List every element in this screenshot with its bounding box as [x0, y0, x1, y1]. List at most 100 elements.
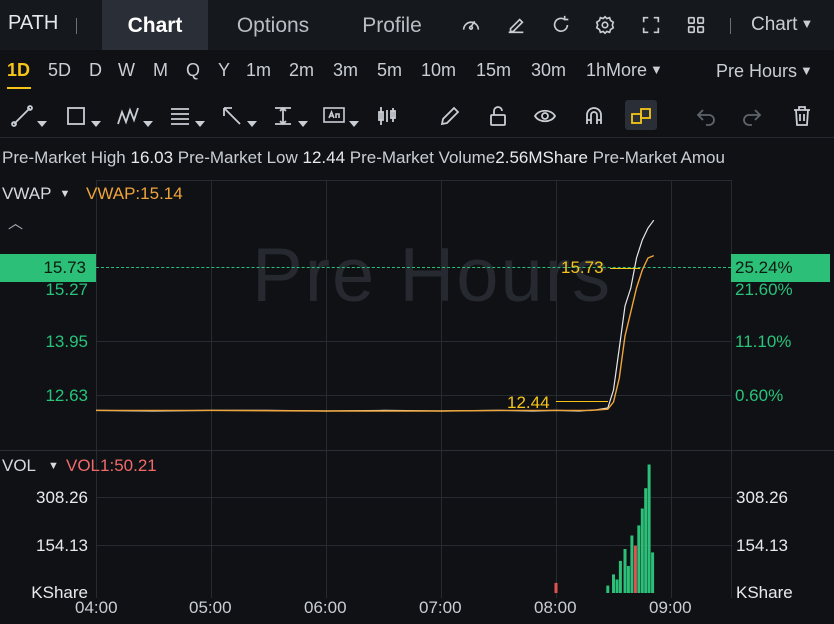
- period-2m[interactable]: 2m: [289, 60, 314, 81]
- refresh-icon[interactable]: [550, 14, 572, 36]
- stat-volume-value: 2.56MShare: [495, 148, 588, 167]
- time-axis-label: 07:00: [419, 598, 462, 617]
- unlock-icon[interactable]: [486, 104, 510, 128]
- volume-chart[interactable]: [96, 451, 731, 593]
- ticker-separator: [76, 18, 77, 34]
- more-periods-label: More: [606, 60, 648, 80]
- stat-high-label: Pre-Market High: [2, 148, 126, 167]
- tab-options[interactable]: Options: [218, 0, 328, 50]
- fib-tool-icon[interactable]: [168, 104, 205, 128]
- high-price-marker: 15.73: [561, 258, 604, 277]
- stat-volume-label: Pre-Market Volume: [349, 148, 496, 167]
- tab-chart[interactable]: Chart: [102, 0, 208, 50]
- chart-type-menu[interactable]: Chart ▼: [751, 14, 813, 36]
- time-axis-label: 08:00: [534, 598, 577, 617]
- period-5d[interactable]: 5D: [48, 60, 71, 81]
- period-d[interactable]: D: [89, 60, 102, 81]
- vwap-label: VWAP: [2, 184, 52, 203]
- grid-icon[interactable]: [685, 14, 707, 36]
- volume-axis-label: 308.26: [36, 488, 88, 507]
- time-axis-label: 05:00: [189, 598, 232, 617]
- volume-bar: [618, 560, 622, 593]
- current-change-tag: 25.24%: [731, 254, 830, 282]
- volume-bar: [633, 545, 637, 593]
- edit-icon[interactable]: [505, 14, 527, 36]
- price-axis-label: 15.27: [45, 280, 88, 299]
- period-1h[interactable]: 1h: [586, 60, 606, 81]
- period-w[interactable]: W: [118, 60, 135, 81]
- pattern-tool-icon[interactable]: [116, 104, 153, 128]
- volume-bar: [647, 464, 651, 593]
- pen-icon[interactable]: [438, 104, 462, 128]
- price-axis-label: 12.63: [45, 386, 88, 405]
- period-m[interactable]: M: [153, 60, 168, 81]
- rectangle-tool-icon[interactable]: [64, 104, 101, 128]
- chevron-down-icon: ▼: [800, 63, 813, 78]
- session-selector[interactable]: Pre Hours ▼: [716, 61, 813, 82]
- trash-icon[interactable]: [790, 104, 814, 128]
- period-3m[interactable]: 3m: [333, 60, 358, 81]
- tab-profile[interactable]: Profile: [340, 0, 444, 50]
- volume-unit-label: KShare: [736, 583, 793, 602]
- toolbar-separator: [730, 18, 731, 34]
- more-periods-button[interactable]: More ▼: [606, 60, 663, 81]
- gear-icon[interactable]: [594, 14, 616, 36]
- volume-bar: [637, 525, 641, 593]
- volume-bar: [640, 508, 644, 593]
- expand-icon[interactable]: [640, 14, 662, 36]
- period-30m[interactable]: 30m: [531, 60, 566, 81]
- chevron-down-icon: ▼: [48, 460, 59, 472]
- line-tool-icon[interactable]: [10, 104, 47, 128]
- vol-indicator-menu[interactable]: VOL ▼: [2, 456, 59, 476]
- percent-axis-label: 11.10%: [735, 332, 792, 351]
- high-marker-line: [610, 268, 640, 269]
- toolbar-divider: [0, 137, 834, 138]
- stat-high-value: 16.03: [130, 148, 174, 167]
- collapse-chevron-icon[interactable]: ︿: [8, 212, 23, 233]
- period-y[interactable]: Y: [218, 60, 230, 81]
- chevron-down-icon: ▼: [650, 62, 663, 77]
- period-1m[interactable]: 1m: [246, 60, 271, 81]
- low-marker-line: [556, 401, 608, 402]
- link-icon[interactable]: [629, 104, 653, 128]
- gauge-icon[interactable]: [460, 14, 482, 36]
- stat-low-value: 12.44: [302, 148, 346, 167]
- volume-bar: [623, 549, 627, 593]
- arrow-tool-icon[interactable]: [220, 104, 257, 128]
- period-10m[interactable]: 10m: [421, 60, 456, 81]
- redo-icon[interactable]: [740, 104, 764, 128]
- current-price-tag: 15.73: [0, 254, 96, 282]
- time-axis-label: 06:00: [304, 598, 347, 617]
- undo-icon[interactable]: [694, 104, 718, 128]
- period-1d[interactable]: 1D: [7, 60, 30, 81]
- period-15m[interactable]: 15m: [476, 60, 511, 81]
- candle-tool-icon[interactable]: [375, 104, 399, 128]
- eye-icon[interactable]: [533, 104, 557, 128]
- text-tool-icon[interactable]: [322, 104, 359, 128]
- price-axis-label: 13.95: [45, 332, 88, 351]
- volume-bar: [651, 552, 655, 593]
- volume-axis-label: 308.26: [736, 488, 788, 507]
- magnet-icon[interactable]: [582, 104, 606, 128]
- chevron-down-icon: ▼: [59, 188, 71, 200]
- stat-low-label: Pre-Market Low: [177, 148, 298, 167]
- volume-axis-label: 154.13: [36, 536, 88, 555]
- session-label: Pre Hours: [716, 61, 798, 81]
- price-series-line: [96, 219, 655, 412]
- price-chart[interactable]: [96, 180, 731, 450]
- volume-bar: [554, 582, 558, 593]
- vwap-indicator-menu[interactable]: VWAP ▼: [2, 184, 70, 204]
- measure-tool-icon[interactable]: [271, 104, 308, 128]
- percent-axis-label: 0.60%: [735, 386, 784, 405]
- chart-type-label: Chart: [751, 14, 798, 35]
- period-active-indicator: [7, 87, 31, 89]
- volume-bar: [606, 585, 610, 593]
- period-q[interactable]: Q: [186, 60, 200, 81]
- ticker-symbol[interactable]: PATH: [8, 12, 58, 35]
- premarket-stats: Pre-Market High 16.03 Pre-Market Low 12.…: [2, 148, 725, 168]
- grid-line: [731, 180, 732, 598]
- volume-bar: [612, 574, 615, 593]
- period-5m[interactable]: 5m: [377, 60, 402, 81]
- percent-axis-label: 21.60%: [735, 280, 793, 299]
- vwap-series-line: [96, 254, 655, 412]
